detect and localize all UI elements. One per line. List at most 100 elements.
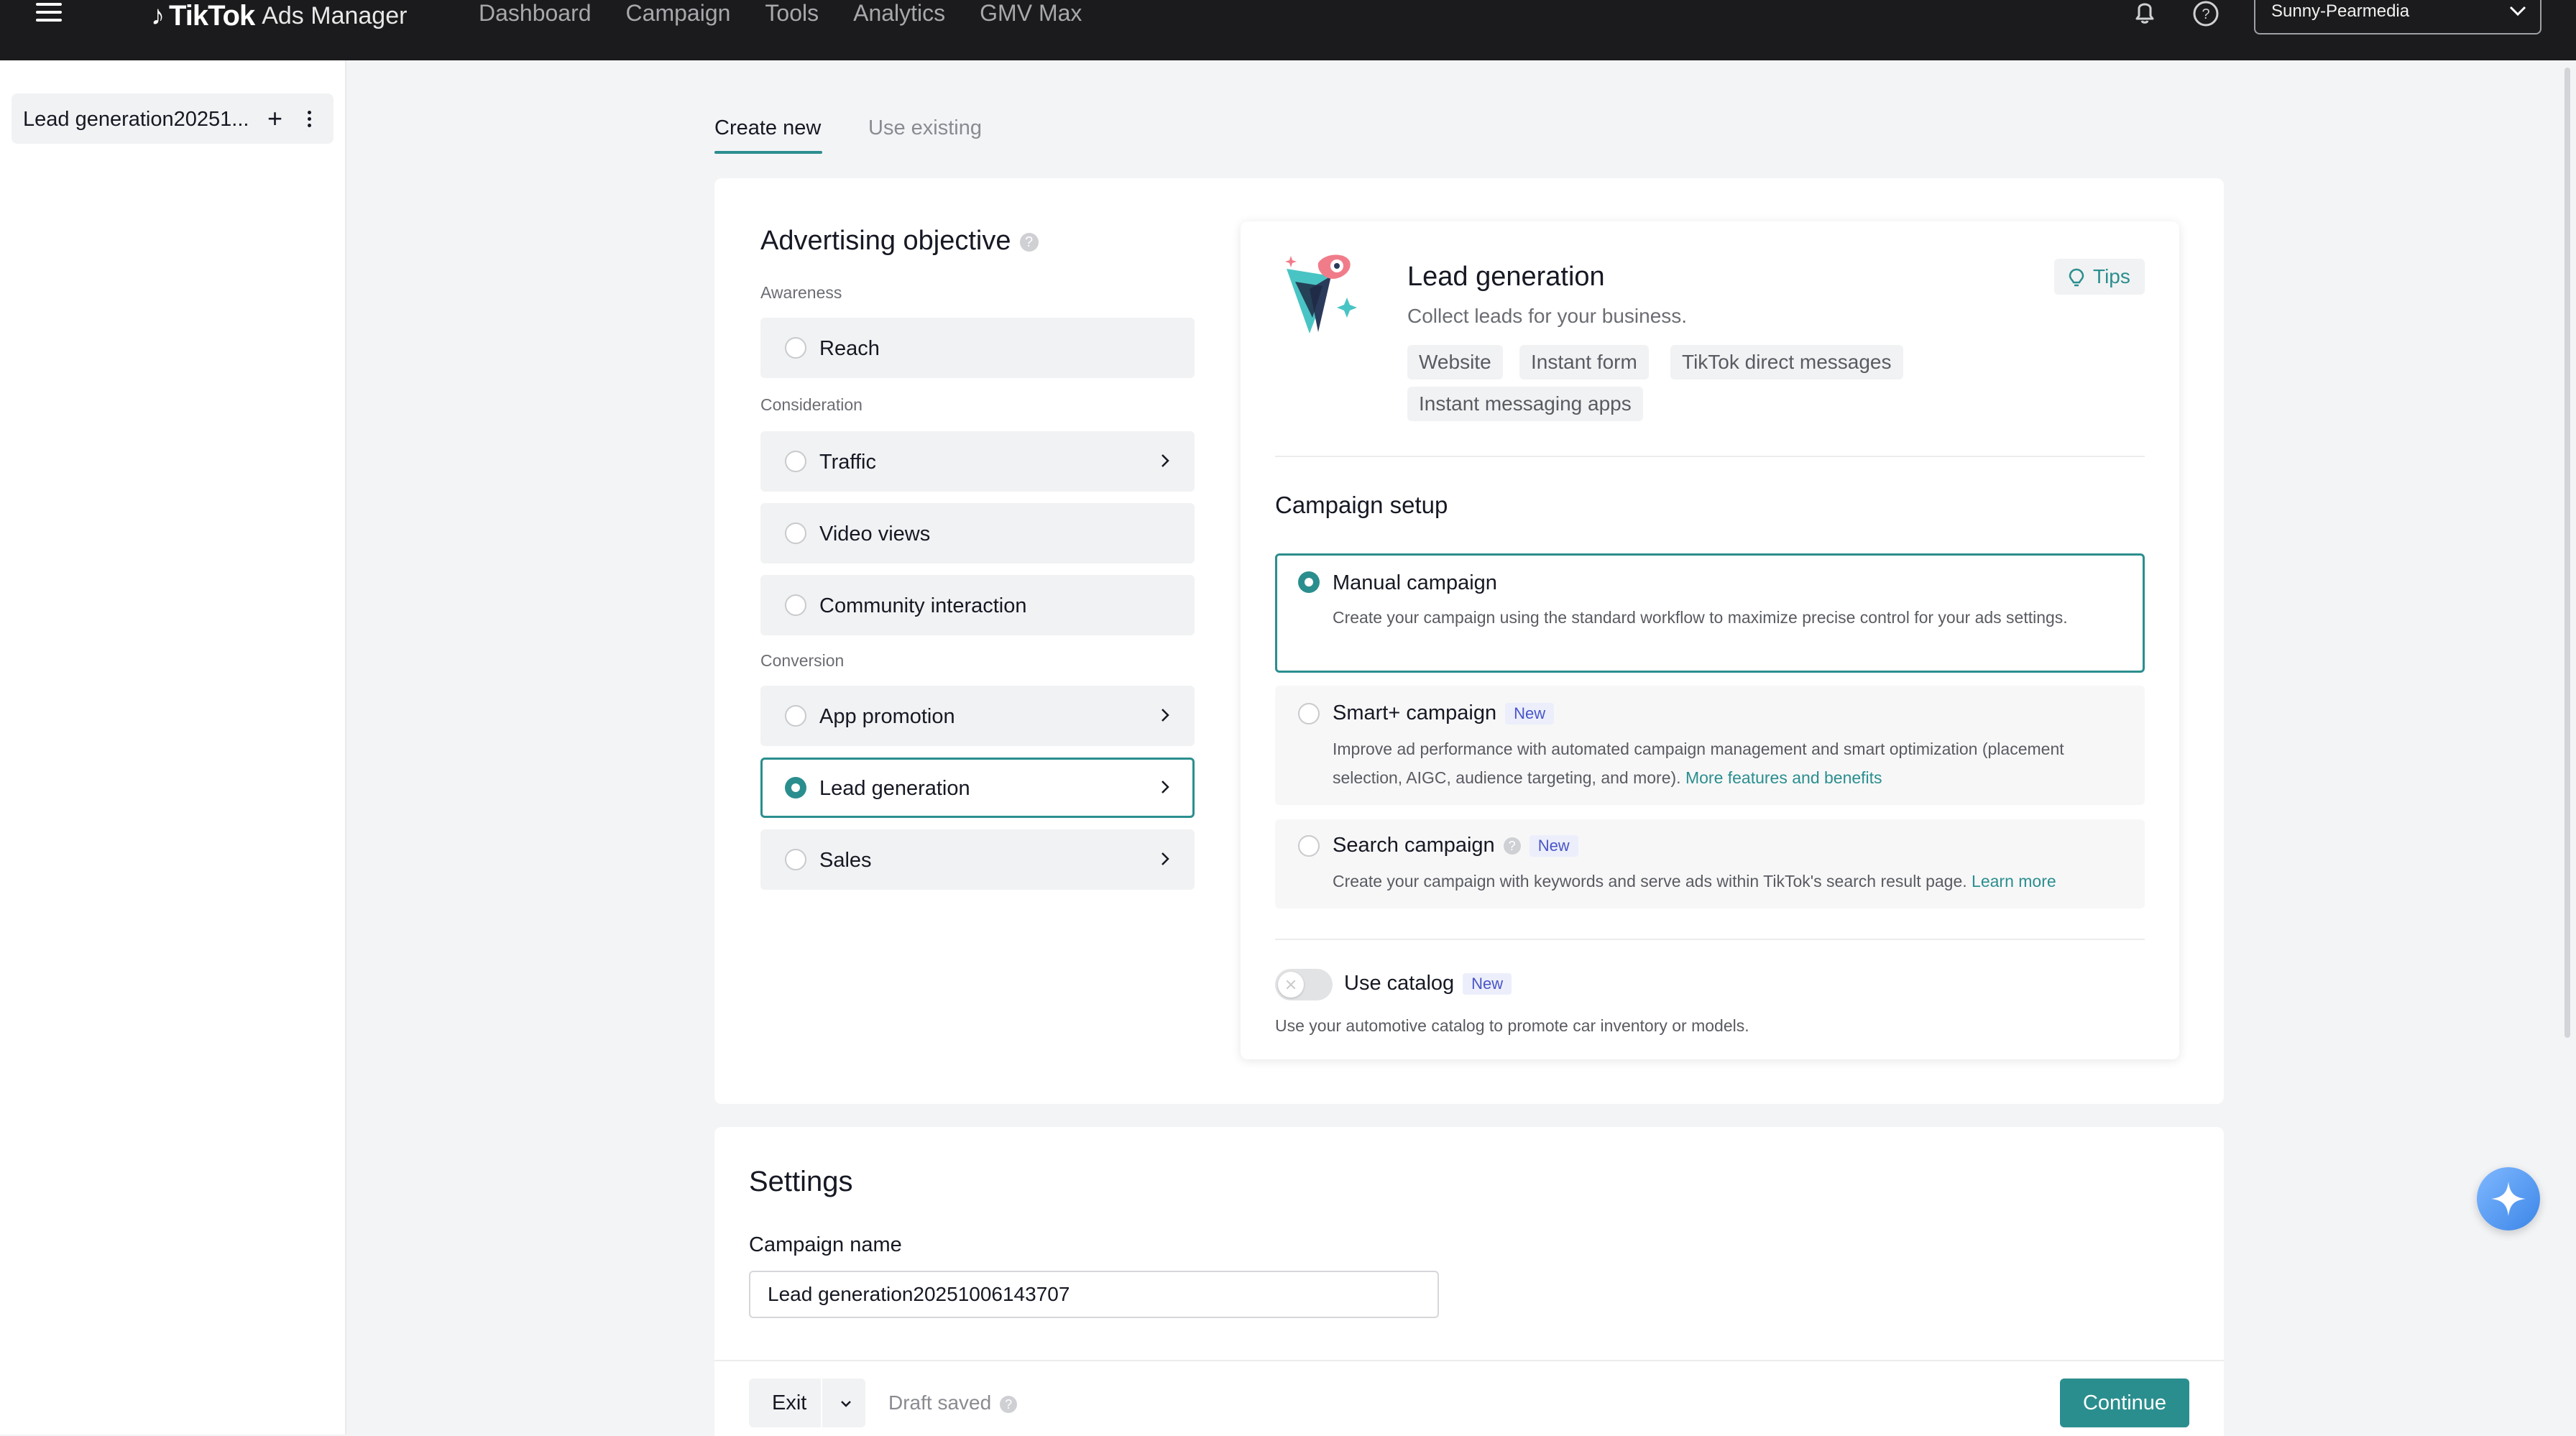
campaign-setup-heading: Campaign setup [1275, 492, 1448, 518]
chevron-right-icon [1162, 852, 1169, 865]
exit-button[interactable]: Exit [749, 1379, 865, 1427]
question-icon[interactable]: ? [1000, 1395, 1018, 1413]
account-selector[interactable]: Sunny-Pearmedia [2254, 0, 2542, 34]
svg-text:?: ? [2202, 6, 2209, 22]
top-navigation-bar: ♪ TikTok Ads Manager Dashboard Campaign … [0, 0, 2576, 60]
smart-campaign-title: Smart+ campaign [1333, 701, 1497, 724]
add-icon[interactable]: + [267, 103, 282, 134]
divider [1275, 456, 2145, 457]
page-scrollbar[interactable] [2562, 60, 2573, 1435]
ai-assistant-button[interactable] [2477, 1167, 2540, 1230]
nav-dashboard[interactable]: Dashboard [479, 0, 592, 27]
continue-button[interactable]: Continue [2060, 1379, 2189, 1427]
account-name: Sunny-Pearmedia [2271, 1, 2410, 21]
learn-more-link[interactable]: Learn more [1972, 872, 2056, 890]
objective-option-traffic[interactable]: Traffic [760, 431, 1195, 492]
active-tab-indicator [714, 151, 822, 154]
option-label: Traffic [819, 451, 876, 474]
group-label-consideration: Consideration [760, 395, 862, 414]
chevron-right-icon [1162, 781, 1169, 793]
nav-campaign[interactable]: Campaign [626, 0, 731, 27]
radio-app-promotion[interactable] [785, 705, 806, 727]
chevron-down-icon[interactable] [838, 1396, 854, 1412]
chip-website: Website [1407, 345, 1503, 379]
tab-use-existing[interactable]: Use existing [868, 116, 982, 140]
radio-community-interaction[interactable] [785, 594, 806, 616]
radio-traffic[interactable] [785, 451, 806, 472]
objective-detail-description: Collect leads for your business. [1407, 305, 1688, 327]
chevron-down-icon [2509, 6, 2526, 17]
logo-brand: TikTok [169, 0, 255, 32]
new-badge: New [1529, 835, 1578, 857]
radio-reach[interactable] [785, 337, 806, 359]
more-features-link[interactable]: More features and benefits [1685, 768, 1882, 787]
chevron-right-icon [1162, 454, 1169, 467]
draft-status: Draft saved? [888, 1391, 1018, 1414]
draft-saved-label: Draft saved [888, 1391, 992, 1414]
objective-option-video-views[interactable]: Video views [760, 503, 1195, 563]
search-campaign-desc-text: Create your campaign with keywords and s… [1333, 872, 1967, 890]
radio-sales[interactable] [785, 849, 806, 870]
question-icon[interactable]: ? [1019, 232, 1039, 252]
question-icon[interactable]: ? [1503, 837, 1521, 855]
objective-option-reach[interactable]: Reach [760, 318, 1195, 378]
option-label: App promotion [819, 705, 955, 728]
setup-option-smart-campaign[interactable]: Smart+ campaign New Improve ad performanc… [1275, 686, 2145, 805]
radio-manual-campaign[interactable] [1298, 571, 1320, 593]
use-catalog-heading: Use catalog New [1344, 972, 1512, 995]
manual-campaign-title: Manual campaign [1333, 571, 1497, 594]
manual-campaign-description: Create your campaign using the standard … [1333, 608, 2068, 627]
new-badge: New [1463, 973, 1512, 995]
exit-label: Exit [772, 1391, 807, 1414]
radio-lead-generation[interactable] [785, 777, 806, 798]
lightbulb-icon [2069, 268, 2084, 287]
main-nav: Dashboard Campaign Tools Analytics GMV M… [479, 0, 1116, 26]
help-icon[interactable]: ? [2192, 0, 2220, 27]
option-label: Reach [819, 337, 880, 360]
scrollbar-thumb[interactable] [2564, 68, 2570, 1038]
nav-tools[interactable]: Tools [765, 0, 819, 27]
chevron-right-icon [1162, 709, 1169, 722]
setup-option-search-campaign[interactable]: Search campaign? New Create your campaign… [1275, 819, 2145, 908]
logo-subtitle: Ads Manager [262, 1, 408, 29]
use-catalog-toggle[interactable] [1275, 969, 1333, 1000]
new-badge: New [1505, 703, 1555, 725]
use-catalog-description: Use your automotive catalog to promote c… [1275, 1016, 1749, 1035]
search-campaign-description: Create your campaign with keywords and s… [1333, 867, 2109, 896]
campaign-sidebar: Lead generation20251... + [0, 60, 346, 1435]
nav-analytics[interactable]: Analytics [853, 0, 945, 27]
tips-label: Tips [2093, 265, 2130, 287]
objective-option-sales[interactable]: Sales [760, 829, 1195, 890]
search-campaign-heading: Search campaign? New [1333, 834, 1578, 857]
objective-option-lead-generation[interactable]: Lead generation [760, 758, 1195, 818]
tiktok-ads-manager-logo[interactable]: ♪ TikTok Ads Manager [151, 0, 407, 32]
tab-create-new[interactable]: Create new [714, 116, 821, 140]
smart-campaign-heading: Smart+ campaign New [1333, 701, 1555, 725]
objective-detail-title: Lead generation [1407, 262, 1605, 292]
exit-separator [821, 1379, 822, 1427]
sidebar-campaign-item[interactable]: Lead generation20251... + [12, 93, 334, 144]
group-label-conversion: Conversion [760, 651, 845, 670]
nav-gmv-max[interactable]: GMV Max [980, 0, 1082, 27]
tips-button[interactable]: Tips [2054, 259, 2145, 295]
more-options-icon[interactable] [308, 111, 312, 128]
radio-video-views[interactable] [785, 523, 806, 544]
radio-search-campaign[interactable] [1298, 835, 1320, 857]
chip-instant-messaging-apps: Instant messaging apps [1407, 387, 1643, 421]
option-label: Community interaction [819, 594, 1027, 617]
option-label: Lead generation [819, 777, 970, 800]
bell-icon[interactable] [2130, 0, 2159, 24]
group-label-awareness: Awareness [760, 283, 842, 302]
chip-tiktok-direct-messages: TikTok direct messages [1670, 345, 1903, 379]
campaign-name-label: Campaign name [749, 1233, 902, 1256]
menu-icon[interactable] [33, 0, 65, 32]
radio-smart-campaign[interactable] [1298, 703, 1320, 724]
setup-option-manual-campaign[interactable]: Manual campaign Create your campaign usi… [1275, 553, 2145, 673]
campaign-name-input[interactable] [749, 1271, 1439, 1318]
objective-option-community-interaction[interactable]: Community interaction [760, 575, 1195, 635]
objective-option-app-promotion[interactable]: App promotion [760, 686, 1195, 746]
divider [1275, 939, 2145, 940]
sidebar-campaign-label: Lead generation20251... [23, 108, 249, 131]
toggle-knob [1278, 972, 1304, 998]
option-label: Sales [819, 849, 872, 872]
